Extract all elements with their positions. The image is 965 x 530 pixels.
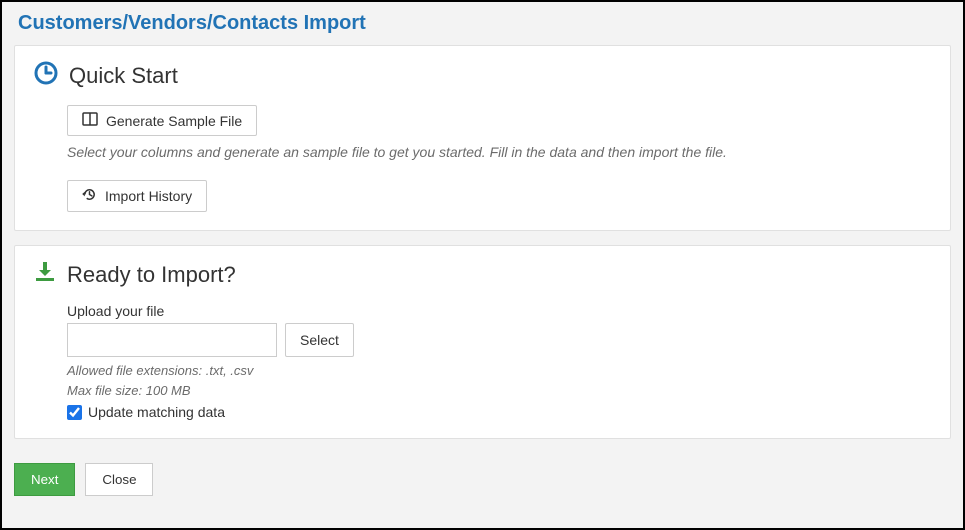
clock-icon: [33, 60, 59, 91]
import-history-button[interactable]: Import History: [67, 180, 207, 212]
quick-start-header: Quick Start: [33, 60, 932, 91]
update-matching-label: Update matching data: [88, 404, 225, 420]
history-icon: [82, 187, 97, 205]
upload-file-label: Upload your file: [67, 303, 932, 319]
ready-to-import-heading: Ready to Import?: [67, 262, 236, 288]
quick-start-heading: Quick Start: [69, 63, 178, 89]
quick-start-card: Quick Start Generate Sample File Select …: [14, 45, 951, 231]
generate-sample-file-button[interactable]: Generate Sample File: [67, 105, 257, 136]
quick-start-hint: Select your columns and generate an samp…: [67, 144, 932, 160]
upload-file-input[interactable]: [67, 323, 277, 357]
close-button[interactable]: Close: [85, 463, 153, 496]
ready-to-import-card: Ready to Import? Upload your file Select…: [14, 245, 951, 439]
max-file-size-text: Max file size: 100 MB: [67, 381, 932, 401]
update-matching-checkbox[interactable]: [67, 405, 82, 420]
select-file-button[interactable]: Select: [285, 323, 354, 357]
import-history-label: Import History: [105, 188, 192, 204]
next-button-label: Next: [31, 472, 58, 487]
generate-sample-file-label: Generate Sample File: [106, 113, 242, 129]
update-matching-row[interactable]: Update matching data: [67, 404, 932, 420]
footer-actions: Next Close: [14, 463, 951, 496]
download-icon: [33, 260, 57, 289]
close-button-label: Close: [102, 472, 136, 487]
next-button[interactable]: Next: [14, 463, 75, 496]
select-file-label: Select: [300, 332, 339, 348]
ready-to-import-header: Ready to Import?: [33, 260, 932, 289]
columns-icon: [82, 112, 98, 129]
allowed-extensions-text: Allowed file extensions: .txt, .csv: [67, 361, 932, 381]
page-title: Customers/Vendors/Contacts Import: [14, 8, 951, 45]
